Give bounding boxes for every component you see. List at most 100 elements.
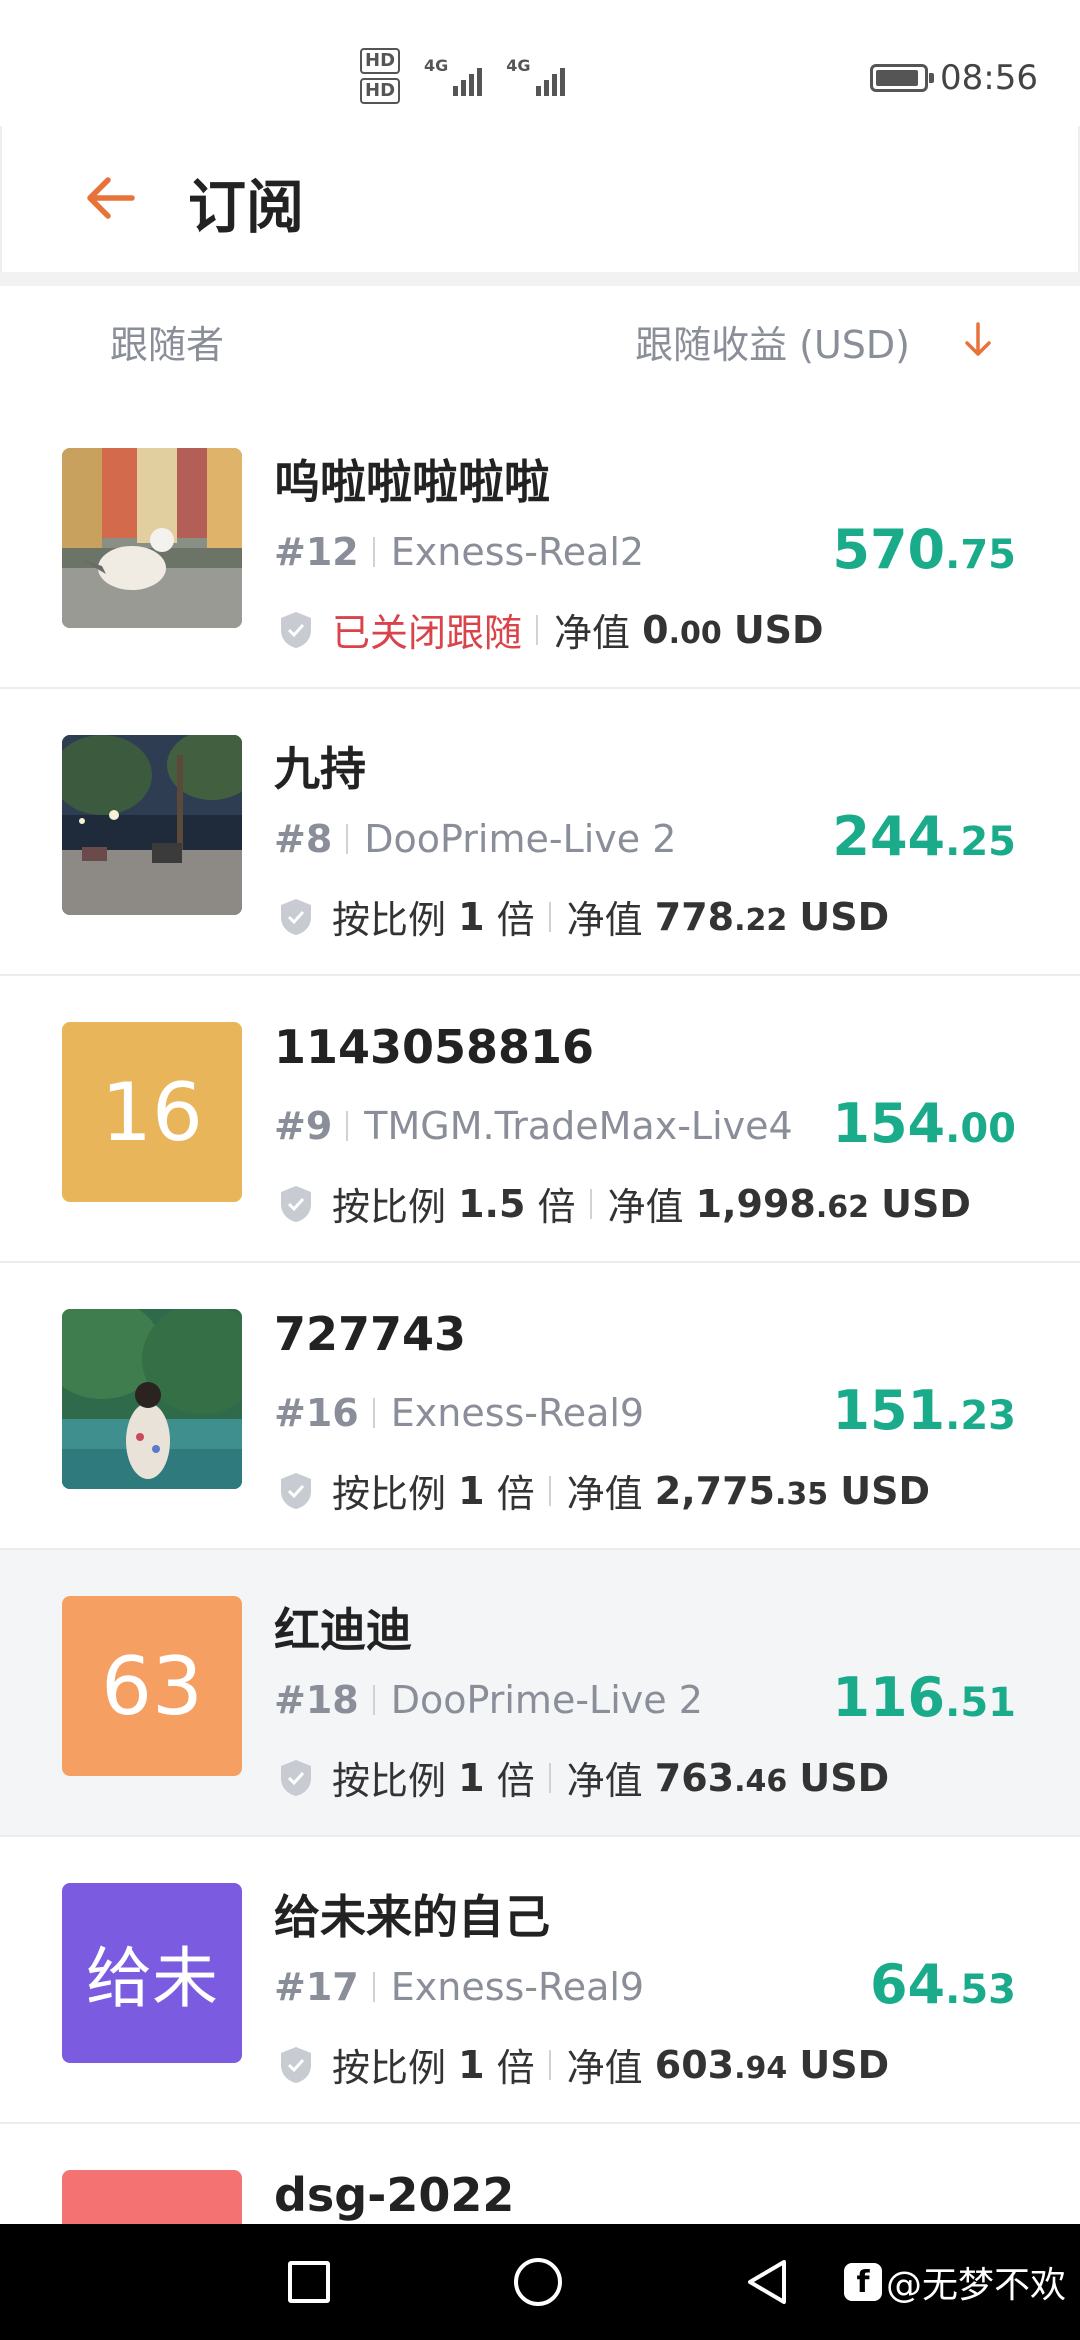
list-item[interactable]: 63 红迪迪 #18 DooPrime-Live 2 按比例 1 倍 净值 76…: [0, 1550, 1080, 1837]
shield-icon: [281, 898, 311, 935]
app-header: 订阅: [0, 126, 1080, 272]
profit-value: 64.53: [869, 1953, 1016, 2016]
ratio-prefix: 按比例: [332, 2046, 447, 2090]
ratio-suffix: 倍: [496, 1759, 535, 1803]
divider: [589, 1188, 592, 1219]
watermark-text: @无梦不欢: [885, 2265, 1066, 2306]
equity-label: 净值: [566, 1759, 643, 1803]
divider: [346, 824, 349, 854]
subscriber-name: dsg-2022: [274, 2168, 515, 2222]
equity-label: 净值: [566, 1472, 643, 1516]
divider: [536, 614, 539, 645]
profit-value: 154.00: [832, 1092, 1016, 1155]
equity-currency: USD: [840, 1468, 931, 1513]
back-arrow-icon[interactable]: [80, 168, 140, 228]
divider: [372, 537, 375, 567]
list-item[interactable]: 16 1143058816 #9 TMGM.TradeMax-Live4 按比例…: [0, 976, 1080, 1263]
column-profit-sort[interactable]: 跟随收益 (USD): [635, 314, 910, 369]
rank-number: #8: [274, 817, 333, 861]
equity-value: 603.94: [654, 2042, 788, 2087]
equity-currency: USD: [733, 607, 824, 652]
ratio-value: 1.5: [458, 1181, 526, 1226]
shield-icon: [281, 611, 311, 648]
divider: [548, 1475, 551, 1506]
avatar: 给未: [62, 1883, 242, 2063]
watermark: f @无梦不欢: [843, 2256, 1066, 2308]
list-item[interactable]: 呜啦啦啦啦啦 #12 Exness-Real2 已关闭跟随 净值 0.00 US…: [0, 402, 1080, 689]
avatar: [62, 448, 242, 628]
avatar: 63: [62, 1596, 242, 1776]
divider: [346, 1111, 349, 1141]
divider: [372, 1398, 375, 1428]
broker-server: Exness-Real9: [390, 1965, 645, 2009]
column-followers: 跟随者: [110, 323, 225, 367]
ratio-prefix: 按比例: [332, 898, 447, 942]
rank-number: #18: [274, 1678, 359, 1722]
clock: 08:56: [940, 58, 1038, 98]
battery-icon: [870, 64, 935, 92]
signal-icon: 4G: [506, 56, 565, 96]
subscriber-name: 红迪迪: [274, 1603, 412, 1657]
divider: [372, 1685, 375, 1715]
equity-value: 1,998.62: [695, 1181, 870, 1226]
equity-currency: USD: [799, 2042, 890, 2087]
divider: [548, 1762, 551, 1793]
back-triangle-icon[interactable]: [744, 2258, 790, 2306]
equity-value: 0.00: [642, 607, 722, 652]
equity-label: 净值: [566, 2046, 643, 2090]
list-item[interactable]: 727743 #16 Exness-Real9 按比例 1 倍 净值 2,775…: [0, 1263, 1080, 1550]
divider: [0, 272, 1080, 286]
divider: [372, 1972, 375, 2002]
rank-number: #17: [274, 1965, 359, 2009]
list-item[interactable]: 给未 给未来的自己 #17 Exness-Real9 按比例 1 倍 净值 60…: [0, 1837, 1080, 2124]
equity-currency: USD: [799, 1755, 890, 1800]
divider: [548, 2049, 551, 2080]
home-icon[interactable]: [514, 2258, 562, 2306]
hd-icon: HD: [360, 78, 401, 104]
rank-number: #12: [274, 530, 359, 574]
avatar: 16: [62, 1022, 242, 1202]
ratio-suffix: 倍: [496, 2046, 535, 2090]
broker-server: Exness-Real9: [390, 1391, 645, 1435]
equity-label: 净值: [566, 898, 643, 942]
ratio-value: 1: [458, 1468, 485, 1513]
profit-value: 570.75: [832, 518, 1016, 581]
ratio-suffix: 倍: [496, 1472, 535, 1516]
equity-value: 763.46: [654, 1755, 788, 1800]
status-bar: HD HD 4G 4G 08:56: [0, 0, 1080, 126]
ratio-prefix: 按比例: [332, 1472, 447, 1516]
sort-down-arrow-icon[interactable]: [960, 320, 996, 360]
broker-server: TMGM.TradeMax-Live4: [364, 1104, 793, 1148]
shield-icon: [281, 1185, 311, 1222]
profit-value: 116.51: [832, 1666, 1016, 1729]
follow-status: 已关闭跟随: [332, 611, 523, 655]
subscriber-name: 1143058816: [274, 1020, 595, 1074]
ratio-suffix: 倍: [496, 898, 535, 942]
ratio-prefix: 按比例: [332, 1185, 447, 1229]
subscriber-name: 给未来的自己: [274, 1890, 550, 1944]
subscriber-name: 呜啦啦啦啦啦: [274, 455, 550, 509]
ratio-value: 1: [458, 894, 485, 939]
subscriber-list: 呜啦啦啦啦啦 #12 Exness-Real2 已关闭跟随 净值 0.00 US…: [0, 402, 1080, 2340]
shield-icon: [281, 1759, 311, 1796]
page-title: 订阅: [188, 173, 305, 241]
system-nav-bar: f @无梦不欢: [0, 2224, 1080, 2340]
column-header: 跟随者 跟随收益 (USD): [0, 286, 1080, 402]
ratio-value: 1: [458, 1755, 485, 1800]
ratio-suffix: 倍: [537, 1185, 576, 1229]
ratio-value: 1: [458, 2042, 485, 2087]
profit-value: 244.25: [832, 805, 1016, 868]
signal-icon: 4G: [424, 56, 483, 96]
equity-value: 778.22: [654, 894, 788, 939]
network-indicators: HD HD 4G 4G: [360, 48, 565, 104]
shield-icon: [281, 1472, 311, 1509]
subscriber-name: 727743: [274, 1307, 467, 1361]
recent-apps-icon[interactable]: [288, 2261, 330, 2303]
equity-label: 净值: [607, 1185, 684, 1229]
equity-currency: USD: [881, 1181, 971, 1226]
divider: [548, 901, 551, 932]
list-item[interactable]: 九持 #8 DooPrime-Live 2 按比例 1 倍 净值 778.22 …: [0, 689, 1080, 976]
rank-number: #16: [274, 1391, 359, 1435]
broker-server: DooPrime-Live 2: [364, 817, 677, 861]
watermark-logo-icon: f: [843, 2263, 882, 2301]
